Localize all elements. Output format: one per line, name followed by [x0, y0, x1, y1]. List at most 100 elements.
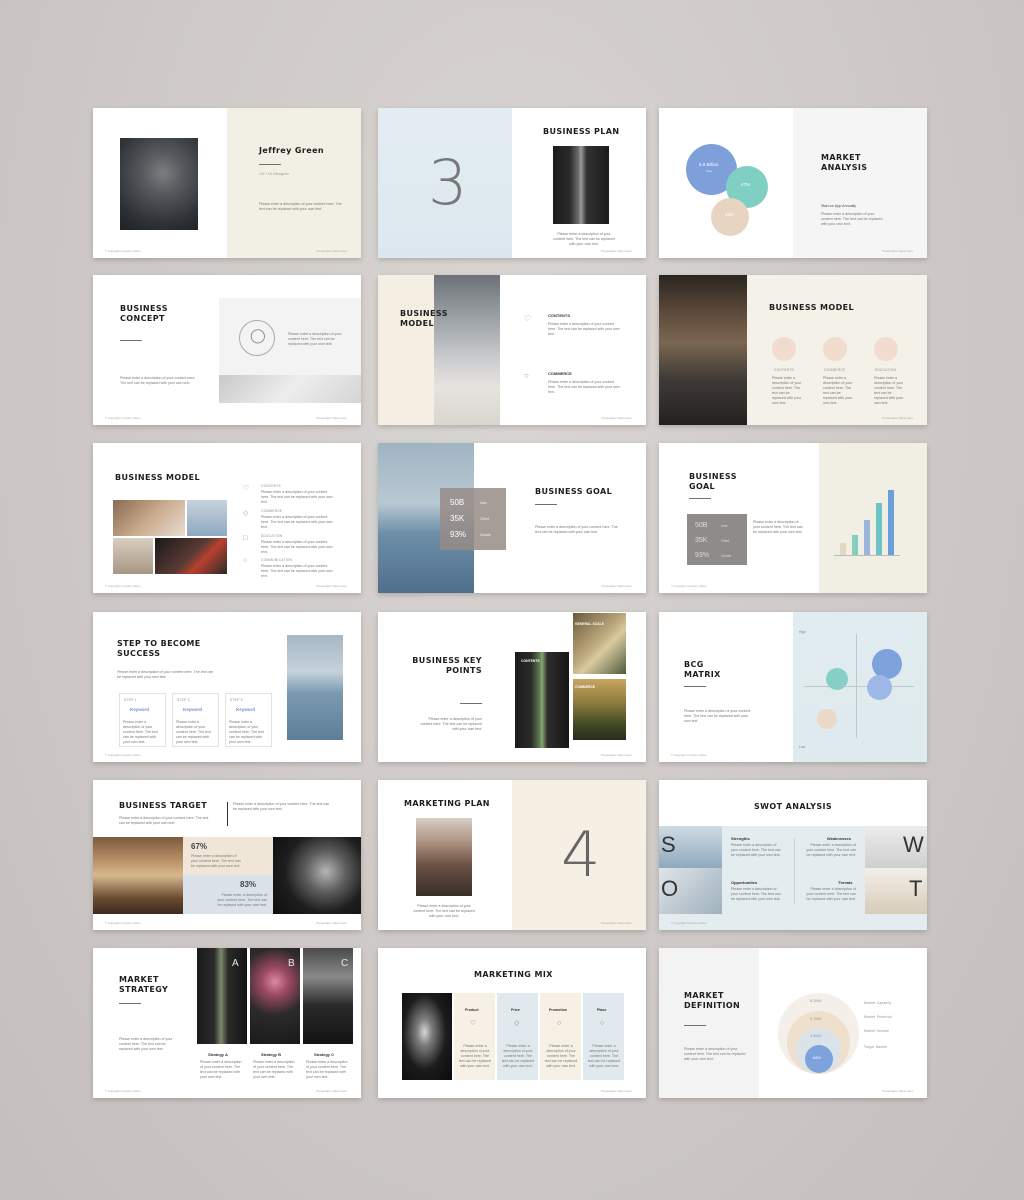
title-rule — [120, 340, 142, 341]
caption-text: Please enter a description of your conte… — [553, 232, 615, 246]
item-text: Please enter a description of your conte… — [823, 376, 853, 405]
item-education: EDUCATION — [875, 368, 897, 372]
slide-business-plan[interactable]: 3 BUSINESS PLAN Please enter a descripti… — [378, 108, 646, 258]
museum-photo — [659, 275, 747, 425]
side-text: Please enter a description of your conte… — [233, 802, 330, 811]
value-capacity: 8.2MM — [810, 999, 822, 1003]
stat-1-label: User — [480, 501, 488, 505]
letter-b: B — [288, 958, 295, 969]
chart-bar — [852, 535, 858, 555]
body-text: Please enter a description of your conte… — [120, 376, 196, 385]
slide-business-model-c[interactable]: BUSINESS MODEL ♡ CONTENTS Please enter a… — [93, 443, 361, 593]
book-icon: □ — [243, 535, 248, 542]
label-opportunities: Opportunities — [731, 880, 758, 885]
body-text: Please enter a description of your conte… — [821, 212, 883, 226]
footer-right: Presentation Name Here — [316, 584, 347, 588]
slide-title: MARKET ANALYSIS — [821, 153, 868, 172]
body-text: Please enter a description of your conte… — [119, 1037, 173, 1051]
footer-left: © Copyright Company Name — [105, 249, 141, 253]
step-1-text: Please enter a description of your conte… — [123, 720, 158, 744]
slide-market-strategy[interactable]: MARKET STRATEGY Please enter a descripti… — [93, 948, 361, 1098]
slide-business-goal-a[interactable]: 50B User 35K Client 93% Growth BUSINESS … — [378, 443, 646, 593]
footer-left: © Copyright Company Name — [105, 416, 141, 420]
footer-right: Presentation Name Here — [601, 249, 632, 253]
step-1-keyword: Keyword — [130, 707, 150, 712]
slide-business-model-a[interactable]: BUSINESS MODEL ♡ CONTENTS Please enter a… — [378, 275, 646, 425]
tag-icon: ◇ — [243, 510, 249, 517]
strategy-a-text: Please enter a description of your conte… — [200, 1060, 242, 1079]
slide-marketing-plan[interactable]: MARKETING PLAN Please enter a descriptio… — [378, 780, 646, 930]
slide-title: MARKETING PLAN — [404, 799, 490, 808]
slide-business-goal-b[interactable]: BUSINESS GOAL 50B User 35K Client 93% Gr… — [659, 443, 927, 593]
slide-title: Jeffrey Green — [259, 146, 324, 155]
slide-business-concept[interactable]: BUSINESS CONCEPT Please enter a descript… — [93, 275, 361, 425]
bubble-blue-small — [867, 675, 892, 700]
slide-title: BUSINESS MODEL — [400, 309, 448, 328]
footer-right: Presentation Name Here — [316, 1089, 347, 1093]
mall-photo — [93, 837, 183, 914]
dancer-photo — [402, 993, 452, 1080]
bubble-teal — [826, 668, 848, 690]
slide-market-definition[interactable]: MARKET DEFINITION Please enter a descrip… — [659, 948, 927, 1098]
step-2-keyword: Keyword — [183, 707, 203, 712]
label-general-scale: GENERAL SCALE — [575, 622, 604, 626]
panel-bg — [793, 108, 927, 258]
percent-1: 67% — [191, 842, 208, 851]
left-panel — [659, 948, 759, 1098]
section-number: 4 — [561, 818, 601, 891]
step-3-keyword: Keyword — [236, 707, 256, 712]
tag-icon: ◇ — [514, 1020, 520, 1027]
doors-photo — [515, 652, 569, 748]
sky-photo — [434, 275, 500, 425]
template-showcase: { "footer_left": "© Copyright Company Na… — [0, 0, 1024, 1200]
doors-photo — [553, 146, 609, 224]
item-text: Please enter a description of your conte… — [261, 540, 333, 554]
stat-3: 93% — [695, 552, 710, 559]
caption-text: Please enter a description of your conte… — [413, 904, 475, 918]
heart-icon: ♡ — [243, 485, 250, 492]
slide-title: BUSINESS GOAL — [535, 487, 613, 496]
slide-title: BUSINESS GOAL — [689, 472, 737, 491]
letter-o: O — [661, 876, 679, 901]
label-volume: Market Volume — [864, 1029, 890, 1033]
label-commerce: COMMERCE — [575, 685, 596, 689]
footer-left: © Copyright Company Name — [105, 921, 141, 925]
slide-business-target[interactable]: BUSINESS TARGET Please enter a descripti… — [93, 780, 361, 930]
item-commerce: COMMERCE — [824, 368, 846, 372]
percent-2: 83% — [240, 880, 257, 889]
heart-icon — [772, 337, 796, 361]
weaknesses-text: Please enter a description of your conte… — [806, 843, 856, 857]
threats-text: Please enter a description of your conte… — [806, 887, 856, 901]
item-contents: CONTENTS — [774, 368, 794, 372]
slide-market-analysis[interactable]: 6.8 Billion User 47M 12M MARKET ANALYSIS… — [659, 108, 927, 258]
item-text: Please enter a description of your conte… — [261, 564, 333, 578]
stat-2-label: Client — [480, 517, 489, 521]
slide-business-model-b[interactable]: BUSINESS MODEL CONTENTS COMMERCE EDUCATI… — [659, 275, 927, 425]
stairs-photo — [219, 375, 361, 403]
chart-bar — [864, 520, 870, 555]
chat-icon — [874, 337, 898, 361]
slide-title: MARKET DEFINITION — [684, 991, 741, 1010]
col-text: Please enter a description of your conte… — [501, 1044, 535, 1068]
slide-marketing-mix[interactable]: MARKETING MIX Product Price Promotion Pl… — [378, 948, 646, 1098]
music-photo — [273, 837, 361, 914]
chat-icon: ○ — [600, 1020, 605, 1027]
slide-title: BUSINESS PLAN — [543, 127, 620, 136]
slide-title: MARKETING MIX — [474, 970, 553, 979]
item-commerce: COMMERCE — [261, 509, 283, 513]
letter-a: A — [232, 958, 239, 969]
heart-icon: ♡ — [524, 314, 532, 323]
slide-swot[interactable]: SWOT ANALYSIS S O W T Strengths Please e… — [659, 780, 927, 930]
item-text: Please enter a description of your conte… — [548, 322, 620, 336]
slide-step-success[interactable]: STEP TO BECOME SUCCESS Please enter a de… — [93, 612, 361, 762]
stat-2-label: Client — [721, 539, 730, 543]
slide-profile[interactable]: Jeffrey Green UX / UI Designer Please en… — [93, 108, 361, 258]
panel-bg — [378, 275, 436, 425]
heart-icon: ♡ — [470, 1020, 477, 1027]
slide-business-key-points[interactable]: BUSINESS KEY POINTS Please enter a descr… — [378, 612, 646, 762]
step-3-text: Please enter a description of your conte… — [229, 720, 264, 744]
step-3-label: STEP 3 — [230, 698, 243, 702]
item-text: Please enter a description of your conte… — [772, 376, 802, 405]
letter-c: C — [341, 958, 349, 969]
slide-bcg-matrix[interactable]: BCG MATRIX Please enter a description of… — [659, 612, 927, 762]
